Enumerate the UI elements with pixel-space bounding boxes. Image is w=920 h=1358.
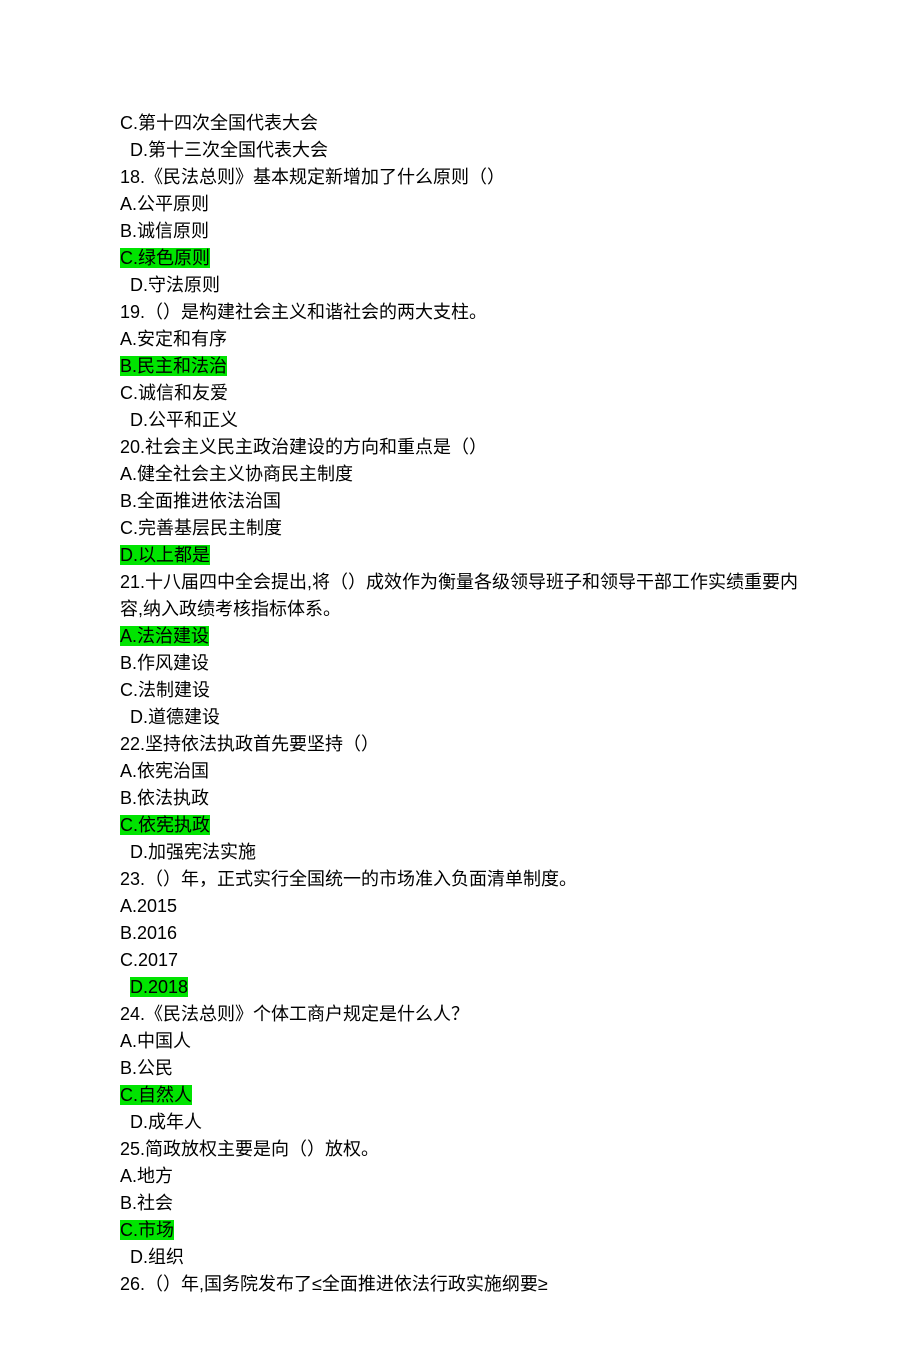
text-line: A.公平原则 [120,191,800,218]
text-content: D.成年人 [130,1112,202,1132]
text-line: 18.《民法总则》基本规定新增加了什么原则（） [120,164,800,191]
document-page: C.第十四次全国代表大会 D.第十三次全国代表大会 18.《民法总则》基本规定新增加… [0,0,920,1358]
text-content: 24.《民法总则》个体工商户规定是什么人？ [120,1004,469,1024]
highlighted-answer: A.法治建设 [120,626,209,646]
text-line: D.以上都是 [120,542,800,569]
text-content: A.地方 [120,1166,173,1186]
text-content: D.组织 [130,1247,184,1267]
text-content: C.2017 [120,950,178,970]
text-content: A.2015 [120,896,177,916]
text-line: C.自然人 [120,1082,800,1109]
text-content: D.第十三次全国代表大会 [130,140,328,160]
text-content: B.作风建设 [120,653,209,673]
text-line: A.地方 [120,1163,800,1190]
text-line: B.2016 [120,920,800,947]
text-line: B.作风建设 [120,650,800,677]
text-content: B.社会 [120,1193,173,1213]
text-line: A.法治建设 [120,623,800,650]
text-content: B.全面推进依法治国 [120,491,281,511]
text-line: 21.十八届四中全会提出,将（）成效作为衡量各级领导班子和领导干部工作实绩重要内… [120,569,800,623]
highlighted-answer: D.以上都是 [120,545,210,565]
text-line: 23.（）年，正式实行全国统一的市场准入负面清单制度。 [120,866,800,893]
text-line: A.2015 [120,893,800,920]
text-line: C.诚信和友爱 [120,380,800,407]
text-line: 24.《民法总则》个体工商户规定是什么人？ [120,1001,800,1028]
text-content: 20.社会主义民主政治建设的方向和重点是（） [120,437,487,457]
text-line: 20.社会主义民主政治建设的方向和重点是（） [120,434,800,461]
highlighted-answer: C.依宪执政 [120,815,210,835]
text-line: B.全面推进依法治国 [120,488,800,515]
text-line: C.法制建设 [120,677,800,704]
highlighted-answer: D.2018 [130,977,188,997]
text-content: C.第十四次全国代表大会 [120,113,318,133]
text-line: D.第十三次全国代表大会 [120,137,800,164]
text-content: 26.（）年,国务院发布了≤全面推进依法行政实施纲要≥ [120,1274,548,1294]
text-line: D.公平和正义 [120,407,800,434]
text-content: A.依宪治国 [120,761,209,781]
text-content: D.道德建设 [130,707,220,727]
text-content: 23.（）年，正式实行全国统一的市场准入负面清单制度。 [120,869,577,889]
text-line: B.民主和法治 [120,353,800,380]
text-line: D.成年人 [120,1109,800,1136]
text-content: B.公民 [120,1058,173,1078]
highlighted-answer: C.自然人 [120,1085,192,1105]
text-content: C.诚信和友爱 [120,383,228,403]
text-line: C.依宪执政 [120,812,800,839]
text-line: A.安定和有序 [120,326,800,353]
text-line: B.诚信原则 [120,218,800,245]
text-content: A.健全社会主义协商民主制度 [120,464,353,484]
text-line: B.社会 [120,1190,800,1217]
text-content: A.安定和有序 [120,329,227,349]
text-line: 19.（）是构建社会主义和谐社会的两大支柱。 [120,299,800,326]
highlighted-answer: C.市场 [120,1220,174,1240]
text-content: 22.坚持依法执政首先要坚持（） [120,734,379,754]
text-line: 26.（）年,国务院发布了≤全面推进依法行政实施纲要≥ [120,1271,800,1298]
text-content: B.依法执政 [120,788,209,808]
text-content: A.中国人 [120,1031,191,1051]
text-content: D.公平和正义 [130,410,238,430]
text-content: 25.简政放权主要是向（）放权。 [120,1139,379,1159]
text-content: 19.（）是构建社会主义和谐社会的两大支柱。 [120,302,487,322]
text-line: 25.简政放权主要是向（）放权。 [120,1136,800,1163]
text-line: C.第十四次全国代表大会 [120,110,800,137]
text-content: A.公平原则 [120,194,209,214]
text-line: D.加强宪法实施 [120,839,800,866]
text-line: C.完善基层民主制度 [120,515,800,542]
text-content: C.完善基层民主制度 [120,518,282,538]
text-line: C.市场 [120,1217,800,1244]
text-line: D.组织 [120,1244,800,1271]
text-line: B.公民 [120,1055,800,1082]
text-line: B.依法执政 [120,785,800,812]
text-content: D.守法原则 [130,275,220,295]
text-content: 18.《民法总则》基本规定新增加了什么原则（） [120,167,505,187]
text-line: C.绿色原则 [120,245,800,272]
text-content: C.法制建设 [120,680,210,700]
text-line: 22.坚持依法执政首先要坚持（） [120,731,800,758]
highlighted-answer: C.绿色原则 [120,248,210,268]
text-line: C.2017 [120,947,800,974]
text-line: D.道德建设 [120,704,800,731]
text-line: D.守法原则 [120,272,800,299]
text-line: A.依宪治国 [120,758,800,785]
highlighted-answer: B.民主和法治 [120,356,227,376]
text-line: A.健全社会主义协商民主制度 [120,461,800,488]
text-content: B.诚信原则 [120,221,209,241]
text-line: D.2018 [120,974,800,1001]
text-content: 21.十八届四中全会提出,将（）成效作为衡量各级领导班子和领导干部工作实绩重要内… [120,572,798,619]
text-content: D.加强宪法实施 [130,842,256,862]
text-content: B.2016 [120,923,177,943]
text-line: A.中国人 [120,1028,800,1055]
